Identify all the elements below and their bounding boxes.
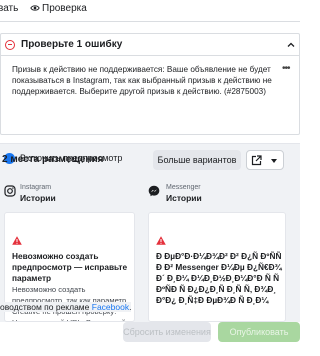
error-header[interactable]: Проверьте 1 ошибку <box>1 34 299 56</box>
publish-button[interactable]: Опубликовать <box>218 322 300 342</box>
messenger-label: Messenger <box>166 184 201 191</box>
error-title: Проверьте 1 ошибку <box>21 39 123 50</box>
panel-divider <box>0 143 300 144</box>
top-tab-bar: вать Проверка <box>0 0 300 22</box>
external-link-icon <box>251 155 262 166</box>
footer-period: . <box>129 302 132 312</box>
footer-guidelines-text: оводством по рекламе Facebook. <box>0 302 132 312</box>
error-minus-icon <box>5 40 15 50</box>
instagram-icon <box>4 185 16 197</box>
caret-down-icon <box>271 159 277 163</box>
instagram-placement: Истории <box>20 193 56 203</box>
warning-icon <box>12 236 22 245</box>
more-options-icon[interactable]: ••• <box>282 63 290 74</box>
tab-review[interactable]: Проверка <box>42 3 87 14</box>
eye-icon <box>30 5 40 11</box>
reset-changes-button[interactable]: Сбросить изменения <box>123 322 211 342</box>
instagram-error-title: Невозможно создать предпросмотр — исправ… <box>12 251 128 283</box>
placements-title: 2 места размещения <box>2 154 104 165</box>
messenger-preview-card: Ð ÐµÐ°Ð·Ð¼Ð¾Ð² Ð² Ð¿Ñ ÐºÑÑ Ð Ð² Messenge… <box>148 212 286 322</box>
error-panel: Проверьте 1 ошибку Призыв к действию не … <box>0 33 300 135</box>
warning-icon <box>156 236 166 245</box>
error-message: Призыв к действию не поддерживается: Ваш… <box>12 65 272 96</box>
facebook-link[interactable]: Facebook <box>92 302 129 312</box>
share-dropdown-button[interactable] <box>246 150 284 170</box>
more-options-button[interactable]: Больше вариантов <box>153 150 241 170</box>
tab-edit[interactable]: вать <box>0 3 18 14</box>
chevron-up-icon[interactable] <box>287 41 295 49</box>
messenger-placement: Истории <box>166 193 202 203</box>
messenger-error-text: Ð ÐµÐ°Ð·Ð¼Ð¾Ð² Ð² Ð¿Ñ ÐºÑÑ Ð Ð² Messenge… <box>156 251 282 305</box>
footer-text-prefix: оводством по рекламе <box>0 302 90 312</box>
instagram-label: Instagram <box>20 184 52 191</box>
messenger-icon <box>148 185 160 197</box>
